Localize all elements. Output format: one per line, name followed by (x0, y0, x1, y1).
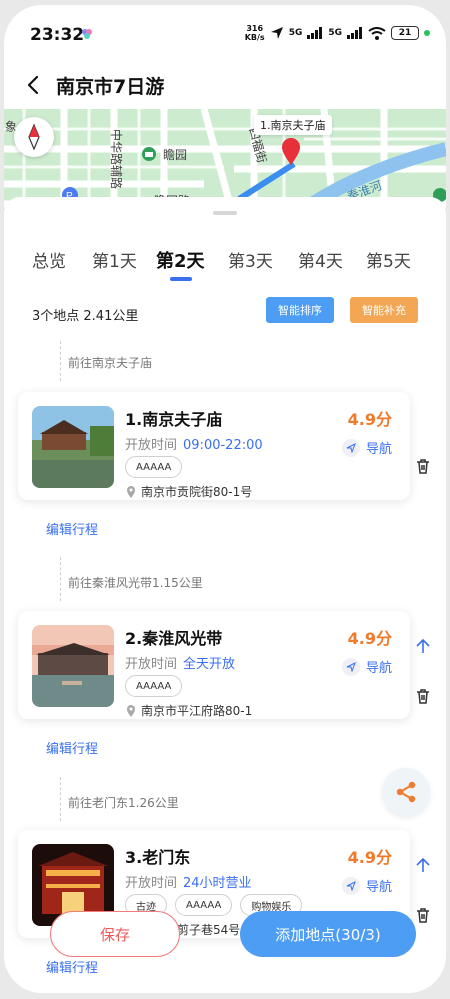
delete-icon[interactable] (414, 906, 432, 924)
map-label-park: 瞻园 (163, 148, 187, 162)
edit-itinerary-link-1[interactable]: 编辑行程 (46, 519, 98, 538)
title-bar: 南京市7日游 (4, 61, 446, 109)
share-button[interactable] (382, 768, 430, 816)
stop-card-1[interactable]: 1.南京夫子庙 4.9分 开放时间 09:00-22:00 AAAAA 南京市贡院… (18, 392, 410, 500)
stop-tags-1: AAAAA (125, 456, 183, 478)
navigate-button-3[interactable]: 导航 (341, 876, 392, 895)
active-tab-indicator (170, 277, 192, 281)
move-up-arrow-icon[interactable] (414, 637, 432, 655)
stop-hours-1: 开放时间 09:00-22:00 (125, 438, 263, 453)
map-marker-icon (127, 485, 135, 498)
signal-icon (307, 27, 323, 39)
stop-name-3: 3.老门东 (125, 848, 191, 867)
compass-icon[interactable] (14, 117, 54, 157)
sheet-drag-handle[interactable] (213, 211, 237, 215)
smart-sort-button[interactable]: 智能排序 (266, 297, 334, 323)
stop-address-2: 南京市平江府路80-1 (125, 702, 252, 719)
day-summary: 3个地点 2.41公里 (32, 309, 139, 324)
navigation-arrow-icon (341, 657, 360, 676)
edit-itinerary-link-2[interactable]: 编辑行程 (46, 738, 98, 757)
network-type-1: 5G (288, 28, 303, 38)
wifi-icon (368, 26, 386, 40)
map-label-road: 中华路辅路 (109, 129, 124, 189)
tab-day-1[interactable]: 第1天 (92, 247, 137, 272)
day-tabs: 总览 第1天 第2天 第3天 第4天 第5天 (4, 241, 446, 281)
tag: AAAAA (125, 456, 183, 478)
stop-name-2: 2.秦淮风光带 (125, 629, 223, 648)
route-note-1: 前往南京夫子庙 (68, 356, 153, 370)
smart-fill-button[interactable]: 智能补充 (350, 297, 418, 323)
navigate-button-1[interactable]: 导航 (341, 438, 392, 457)
phone-screen: 23:32 316 KB/s 5G 5G 21 南京市7日游 中华路辅路 瞻园 … (4, 5, 446, 993)
stop-name-1: 1.南京夫子庙 (125, 410, 223, 429)
map-marker-icon (127, 704, 135, 717)
stop-photo-1 (32, 406, 114, 488)
stop-score-2: 4.9分 (347, 629, 392, 648)
save-button[interactable]: 保存 (50, 911, 180, 957)
route-connector (60, 777, 61, 821)
tag: AAAAA (175, 894, 233, 916)
stop-score-1: 4.9分 (347, 410, 392, 429)
route-note-2: 前往秦淮风光带1.15公里 (68, 576, 203, 590)
navigate-button-2[interactable]: 导航 (341, 657, 392, 676)
delete-icon[interactable] (414, 457, 432, 475)
stop-address-1: 南京市贡院街80-1号 (125, 483, 252, 500)
tag: AAAAA (125, 675, 183, 697)
network-speed: 316 KB/s (244, 24, 265, 42)
status-bar: 23:32 316 KB/s 5G 5G 21 (4, 5, 446, 61)
edit-itinerary-link-3[interactable]: 编辑行程 (46, 957, 98, 976)
tab-day-4[interactable]: 第4天 (298, 247, 343, 272)
tab-day-2[interactable]: 第2天 (156, 247, 205, 273)
route-note-3: 前往老门东1.26公里 (68, 796, 179, 810)
network-type-2: 5G (328, 28, 342, 38)
battery-indicator: 21 (391, 26, 419, 40)
privacy-dot (424, 30, 430, 36)
route-connector (60, 341, 61, 381)
route-connector (60, 557, 61, 601)
stop-photo-2 (32, 625, 114, 707)
stop-hours-2: 开放时间 全天开放 (125, 657, 236, 672)
add-location-button[interactable]: 添加地点(30/3) (240, 911, 416, 957)
tab-day-3[interactable]: 第3天 (228, 247, 273, 272)
back-arrow-icon[interactable] (22, 73, 46, 97)
navigation-arrow-icon (341, 438, 360, 457)
stop-tags-2: AAAAA (125, 675, 183, 697)
status-right: 316 KB/s 5G 5G 21 (245, 23, 430, 43)
park-icon (142, 147, 156, 161)
tab-day-5[interactable]: 第5天 (366, 247, 411, 272)
navigation-arrow-icon (341, 876, 360, 895)
stop-hours-3: 开放时间 24小时营业 (125, 876, 252, 891)
itinerary-sheet: 总览 第1天 第2天 第3天 第4天 第5天 3个地点 2.41公里 智能排序 … (4, 197, 446, 993)
move-up-arrow-icon[interactable] (414, 856, 432, 874)
stop-score-3: 4.9分 (347, 848, 392, 867)
app-notification-icon (82, 29, 92, 39)
share-icon (396, 781, 416, 803)
tab-overview[interactable]: 总览 (32, 247, 66, 272)
page-title: 南京市7日游 (56, 76, 165, 98)
stop-card-2[interactable]: 2.秦淮风光带 4.9分 开放时间 全天开放 AAAAA 南京市平江府路80-1 … (18, 611, 410, 719)
map-pin-label[interactable]: 1.南京夫子庙 (254, 115, 332, 135)
delete-icon[interactable] (414, 687, 432, 705)
signal-icon-2 (347, 27, 362, 39)
status-time: 23:32 (30, 25, 85, 45)
location-arrow-icon (270, 27, 283, 39)
